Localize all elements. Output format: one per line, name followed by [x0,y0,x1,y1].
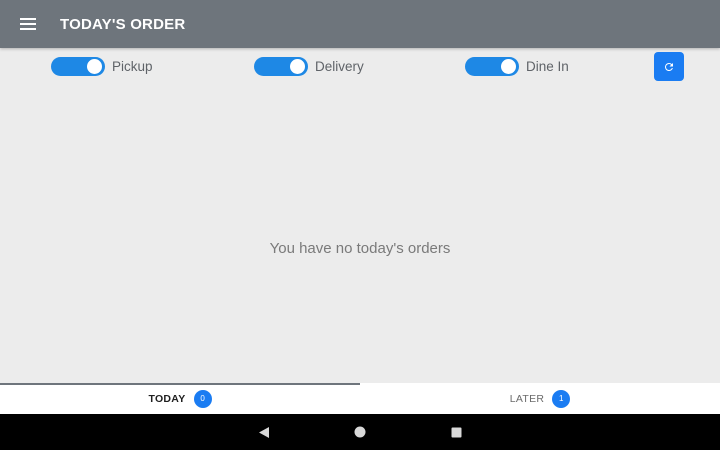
tab-later-count-badge: 1 [552,389,571,408]
dine-in-toggle[interactable] [465,57,519,76]
pickup-toggle[interactable] [51,57,105,76]
tab-today[interactable]: TODAY 0 [0,383,360,414]
empty-state-message: You have no today's orders [269,240,451,257]
refresh-button[interactable] [654,52,684,81]
recents-square-icon [451,427,461,437]
page-title: TODAY'S ORDER [60,15,186,33]
filter-label-pickup: Pickup [112,59,153,74]
tab-today-count-badge: 0 [193,389,212,408]
filter-delivery[interactable]: Delivery [254,57,364,76]
refresh-icon [664,62,673,71]
filter-label-dine-in: Dine In [526,59,569,74]
tab-today-label: TODAY [148,392,186,405]
top-app-bar: TODAY'S ORDER [0,0,720,48]
system-navigation-bar [0,414,720,450]
filter-pickup[interactable]: Pickup [51,57,153,76]
toggle-knob [501,59,516,74]
tab-later[interactable]: LATER 1 [360,383,720,414]
filter-label-delivery: Delivery [315,59,364,74]
tab-later-label: LATER [509,392,545,405]
toggle-knob [87,59,102,74]
order-tabs: TODAY 0 LATER 1 [0,383,720,414]
order-type-filters: Pickup Delivery Dine In [0,48,720,86]
back-triangle-icon [259,426,269,438]
hamburger-menu-icon [20,18,36,30]
delivery-toggle[interactable] [254,57,308,76]
menu-button[interactable] [0,0,56,48]
recents-button[interactable] [408,414,504,450]
home-button[interactable] [312,414,408,450]
back-button[interactable] [216,414,312,450]
toggle-knob [290,59,305,74]
app-root: TODAY'S ORDER Pickup Delivery Dine In Yo… [0,0,720,450]
filter-dine-in[interactable]: Dine In [465,57,569,76]
home-circle-icon [354,426,366,438]
